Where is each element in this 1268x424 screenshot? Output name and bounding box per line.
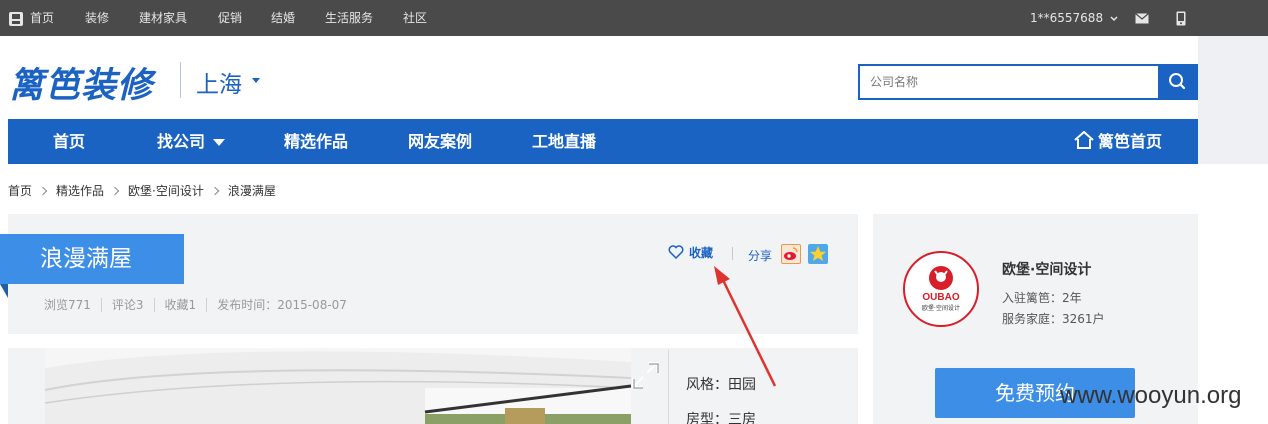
main-nav: 首页 找公司 精选作品 网友案例 工地直播 篱笆首页 (8, 119, 1198, 164)
ceiling-photo (45, 348, 631, 424)
company-logo[interactable]: OUBAO 欧堡·空间设计 (903, 251, 979, 327)
breadcrumb: 首页 精选作品 欧堡·空间设计 浪漫满屋 (8, 182, 276, 199)
search-box (858, 64, 1198, 100)
company-name[interactable]: 欧堡·空间设计 (1002, 259, 1091, 279)
breadcrumb-company[interactable]: 欧堡·空间设计 (128, 184, 204, 198)
chevron-right-icon (38, 186, 48, 196)
chevron-right-icon (110, 186, 120, 196)
nav-item-selected-works[interactable]: 精选作品 (284, 119, 348, 164)
company-logo-text: OUBAO (922, 292, 959, 303)
mail-icon[interactable] (1135, 0, 1149, 36)
page-gutter (1198, 36, 1268, 164)
company-logo-subtext: 欧堡·空间设计 (922, 304, 960, 312)
city-selector[interactable]: 上海 (196, 65, 242, 99)
nav-item-home[interactable]: 首页 (53, 119, 85, 164)
user-name: 1**6557688 (1030, 11, 1104, 25)
meta-published: 发布时间：2015-08-07 (206, 298, 357, 312)
meta-comments: 评论3 (100, 298, 154, 312)
site-logo[interactable]: 篱笆装修 (9, 57, 153, 108)
attribute-style: 风格：田园 (686, 377, 756, 393)
company-search-input[interactable] (860, 66, 1160, 98)
topbar-link-decoration[interactable]: 装修 (85, 0, 109, 36)
logo-divider (180, 62, 181, 98)
qzone-share-icon[interactable] (808, 244, 828, 264)
company-households: 服务家庭：3261户 (1002, 312, 1105, 326)
nav-item-find-company[interactable]: 找公司 (157, 119, 226, 164)
oubao-logo: OUBAO 欧堡·空间设计 (922, 266, 960, 312)
top-bar: 首页 装修 建材家具 促销 结婚 生活服务 社区 1**6557688 (0, 0, 1268, 36)
topbar-link-building-materials[interactable]: 建材家具 (139, 0, 187, 36)
search-icon (1169, 73, 1186, 90)
topbar-home-link[interactable]: 首页 (8, 0, 54, 36)
expand-icon[interactable] (630, 360, 660, 390)
divider (668, 350, 669, 424)
nav-item-user-cases[interactable]: 网友案例 (408, 119, 472, 164)
meta-favorites: 收藏1 (153, 298, 207, 312)
search-button[interactable] (1158, 66, 1196, 98)
breadcrumb-current: 浪漫满屋 (227, 184, 276, 198)
divider (732, 247, 733, 260)
topbar-link-wedding[interactable]: 结婚 (271, 0, 295, 36)
topbar-link-community[interactable]: 社区 (403, 0, 427, 36)
nav-item-homepage[interactable]: 篱笆首页 (1074, 119, 1162, 164)
topbar-home-label: 首页 (30, 11, 55, 25)
meta-views: 浏览771 (44, 298, 91, 312)
nav-item-find-company-label: 找公司 (157, 132, 206, 151)
favorite-label: 收藏 (689, 246, 714, 260)
ribbon-fold (0, 284, 8, 298)
company-years: 入驻篱笆：2年 (1002, 291, 1082, 305)
nav-item-site-live[interactable]: 工地直播 (532, 119, 596, 164)
caret-down-icon (213, 139, 226, 146)
share-label: 分享 (748, 249, 773, 263)
topbar-link-promotion[interactable]: 促销 (218, 0, 242, 36)
chevron-down-icon (1110, 15, 1118, 21)
breadcrumb-home[interactable]: 首页 (8, 184, 32, 198)
topbar-link-life-services[interactable]: 生活服务 (325, 0, 373, 36)
nav-homepage-label: 篱笆首页 (1098, 132, 1163, 151)
breadcrumb-selected-works[interactable]: 精选作品 (56, 184, 104, 198)
chevron-right-icon (210, 186, 220, 196)
work-meta: 浏览771 评论3 收藏1 发布时间：2015-08-07 (44, 296, 357, 313)
attribute-layout: 房型：三房 (686, 412, 756, 424)
heart-icon (668, 245, 684, 260)
favorite-button[interactable]: 收藏 (668, 244, 713, 261)
phone-icon (9, 11, 23, 26)
watermark: www.wooyun.org (1060, 382, 1242, 409)
city-dropdown-arrow-icon[interactable] (252, 78, 260, 83)
work-photo[interactable] (45, 348, 631, 424)
home-icon (1074, 130, 1094, 149)
mobile-icon[interactable] (1176, 0, 1186, 36)
user-menu[interactable]: 1**6557688 (1030, 0, 1118, 36)
weibo-share-icon[interactable] (781, 244, 801, 264)
work-title: 浪漫满屋 (0, 234, 184, 284)
